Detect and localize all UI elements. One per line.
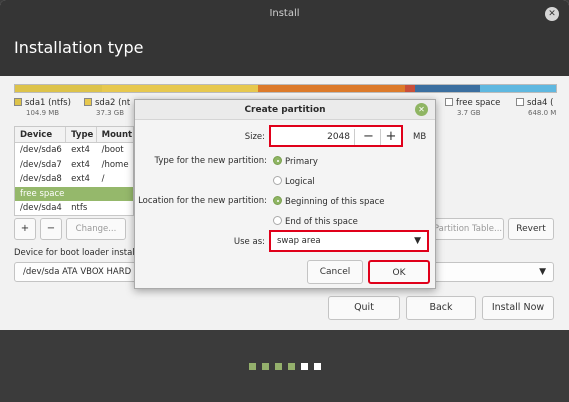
boot-loader-value: /dev/sda ATA VBOX HARD [23, 267, 132, 277]
partition-segment [101, 85, 259, 92]
size-label: Size: [244, 132, 265, 142]
partition-bar [14, 84, 557, 93]
legend-swatch [516, 98, 524, 106]
location-label: Location for the new partition: [138, 196, 267, 206]
radio-unselected-icon [273, 176, 282, 185]
size-increment-button[interactable]: + [379, 129, 403, 145]
partition-segment [404, 85, 416, 92]
change-partition-button[interactable]: Change... [66, 218, 126, 240]
legend-swatch [14, 98, 22, 106]
column-header-type[interactable]: Type [66, 127, 97, 142]
partition-table: Device Type Mount /dev/sda6 ext4/boot /de… [14, 126, 134, 216]
use-as-select[interactable]: swap area ▼ [269, 230, 429, 252]
progress-dot [300, 363, 308, 370]
page-header: Installation type [0, 28, 569, 76]
legend-item-sda2: sda2 (nt 37.3 GB [84, 98, 130, 117]
triangle-down-icon: ▼ [539, 267, 546, 277]
progress-dot [248, 363, 256, 370]
partition-segment [258, 85, 405, 92]
radio-end[interactable]: End of this space [273, 216, 358, 227]
install-now-button[interactable]: Install Now [482, 296, 554, 320]
new-partition-table-button[interactable]: Partition Table... [432, 218, 504, 240]
progress-dots [0, 363, 569, 373]
revert-button[interactable]: Revert [508, 218, 554, 240]
partition-segment [415, 85, 481, 92]
dialog-title: Create partition [135, 100, 435, 120]
back-button[interactable]: Back [406, 296, 476, 320]
legend-swatch [84, 98, 92, 106]
progress-dot [287, 363, 295, 370]
boot-loader-label: Device for boot loader instal [14, 248, 135, 258]
size-input[interactable]: 2048 [271, 129, 355, 145]
partition-segment [480, 85, 556, 92]
progress-dot [313, 363, 321, 370]
legend-item-sda1: sda1 (ntfs) 104.9 MB [14, 98, 71, 117]
legend-item-free-space: free space 3.7 GB [445, 98, 500, 117]
page-title: Installation type [14, 38, 144, 57]
column-header-device[interactable]: Device [15, 127, 67, 142]
triangle-down-icon: ▼ [414, 236, 421, 246]
dialog-close-icon[interactable]: ✕ [415, 103, 428, 116]
legend-item-sda4: sda4 ( 648.0 M [516, 98, 556, 117]
legend-swatch [445, 98, 453, 106]
column-header-mount[interactable]: Mount [97, 127, 133, 142]
table-row[interactable]: /dev/sda4 ntfs [15, 201, 133, 215]
radio-selected-icon [273, 156, 282, 165]
radio-logical[interactable]: Logical [273, 176, 315, 187]
radio-primary[interactable]: Primary [273, 156, 318, 167]
table-row-selected[interactable]: free space [15, 186, 133, 201]
table-header: Device Type Mount [15, 127, 133, 143]
use-as-label: Use as: [233, 237, 265, 247]
window-title: Install [269, 8, 300, 19]
size-decrement-button[interactable]: − [357, 129, 381, 145]
table-row[interactable]: /dev/sda8 ext4/ [15, 172, 133, 187]
use-as-value: swap area [277, 236, 321, 246]
partition-segment [15, 85, 102, 92]
remove-partition-button[interactable]: − [40, 218, 62, 240]
radio-beginning[interactable]: Beginning of this space [273, 196, 384, 207]
cancel-button[interactable]: Cancel [307, 260, 363, 284]
ok-button[interactable]: OK [368, 260, 430, 284]
create-partition-dialog: Create partition ✕ Size: 2048 − + MB Typ… [134, 99, 436, 289]
progress-dot [274, 363, 282, 370]
size-unit: MB [413, 132, 427, 142]
partition-type-label: Type for the new partition: [154, 156, 267, 166]
size-spinbox[interactable]: 2048 − + [269, 125, 403, 147]
radio-selected-icon [273, 196, 282, 205]
table-row[interactable]: /dev/sda7 ext4/home [15, 158, 133, 173]
quit-button[interactable]: Quit [328, 296, 400, 320]
title-bar: Install ✕ [0, 0, 569, 28]
add-partition-button[interactable]: + [14, 218, 36, 240]
table-row[interactable]: /dev/sda6 ext4/boot [15, 143, 133, 158]
close-icon[interactable]: ✕ [545, 7, 559, 21]
radio-unselected-icon [273, 216, 282, 225]
progress-dot [261, 363, 269, 370]
